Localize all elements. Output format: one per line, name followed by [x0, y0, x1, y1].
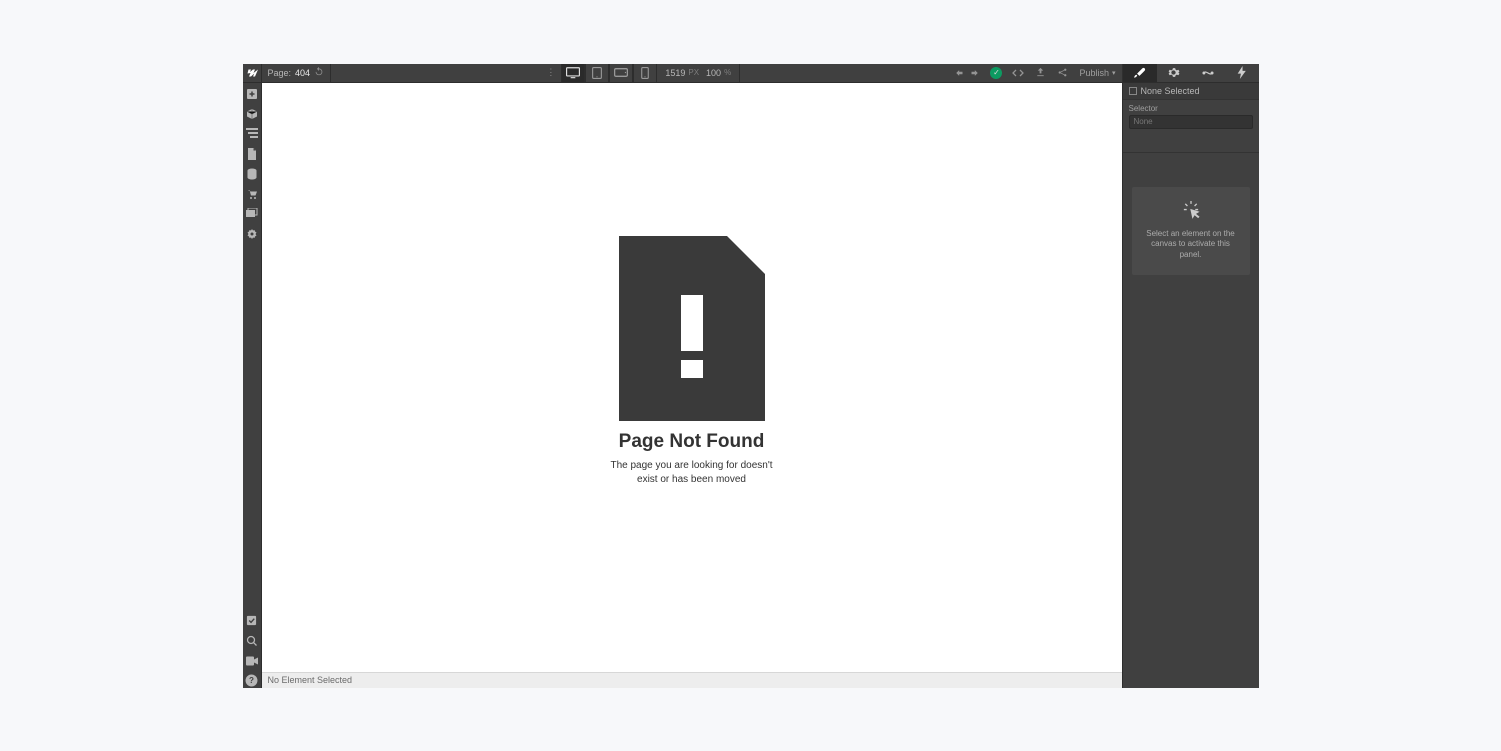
cube-icon [246, 108, 258, 120]
help-icon: ? [245, 674, 258, 687]
breadcrumb-bar: No Element Selected [262, 672, 1122, 688]
pnf-body: The page you are looking for doesn't exi… [602, 459, 782, 486]
page-icon [247, 148, 257, 160]
page-selector[interactable]: Page: 404 [262, 64, 332, 82]
revert-icon[interactable] [314, 66, 324, 79]
pages-button[interactable] [245, 147, 259, 161]
gear-icon [246, 228, 258, 240]
brush-icon [1133, 66, 1147, 80]
assets-icon [246, 208, 258, 219]
topbar-right-tools: ✓ Publish ▾ [949, 64, 1122, 82]
viewport-phone-landscape[interactable] [609, 64, 633, 82]
canvas-width-unit: PX [688, 68, 699, 77]
publish-label: Publish [1079, 68, 1109, 78]
settings-button[interactable] [245, 227, 259, 241]
ecommerce-button[interactable] [245, 187, 259, 201]
navigator-button[interactable] [245, 127, 259, 141]
database-icon [246, 168, 258, 180]
pointer-click-icon [1182, 201, 1200, 221]
tab-style[interactable] [1123, 64, 1157, 82]
empty-hint-card: Select an element on the canvas to activ… [1132, 187, 1250, 275]
more-options[interactable]: ⋮ [540, 67, 561, 78]
canvas-zoom-unit: % [724, 68, 731, 77]
redo-button[interactable] [963, 64, 985, 82]
app-window: Page: 404 ⋮ 1519 PX 100 [243, 64, 1259, 688]
canvas-width: 1519 [665, 68, 685, 78]
right-panel-tabs [1123, 64, 1259, 82]
cms-button[interactable] [245, 167, 259, 181]
share-button[interactable] [1051, 64, 1073, 82]
help-button[interactable]: ? [245, 674, 259, 688]
webflow-logo[interactable] [243, 64, 262, 83]
selection-indicator: None Selected [1123, 83, 1259, 100]
empty-hint-text: Select an element on the canvas to activ… [1140, 229, 1242, 261]
panel-empty-state: Select an element on the canvas to activ… [1123, 153, 1259, 688]
phone-icon [641, 67, 649, 79]
audit-button[interactable] [245, 614, 259, 628]
breadcrumb-text: No Element Selected [268, 675, 353, 685]
selector-placeholder: None [1134, 117, 1153, 126]
webflow-logo-icon [246, 67, 258, 79]
interactions-icon [1201, 67, 1215, 79]
export-button[interactable] [1029, 64, 1051, 82]
share-icon [1057, 67, 1068, 78]
search-button[interactable] [245, 634, 259, 648]
left-sidebar: ? [243, 83, 262, 688]
check-square-icon [246, 615, 257, 626]
canvas-zoom: 100 [706, 68, 721, 78]
video-button[interactable] [245, 654, 259, 668]
redo-icon [969, 68, 979, 78]
topbar: Page: 404 ⋮ 1519 PX 100 [243, 64, 1259, 83]
page-label: Page: [268, 68, 292, 78]
viewport-switcher [561, 64, 657, 82]
add-element-button[interactable] [245, 87, 259, 101]
svg-text:?: ? [249, 676, 254, 685]
selection-text: None Selected [1141, 86, 1200, 96]
publish-button[interactable]: Publish ▾ [1073, 64, 1122, 82]
viewport-tablet[interactable] [585, 64, 609, 82]
page-not-found-block: Page Not Found The page you are looking … [602, 236, 782, 486]
page-name: 404 [295, 68, 310, 78]
tablet-icon [592, 67, 602, 79]
gear-icon [1167, 66, 1180, 79]
canvas[interactable]: Page Not Found The page you are looking … [262, 83, 1122, 672]
tab-interactions[interactable] [1191, 64, 1225, 82]
symbols-button[interactable] [245, 107, 259, 121]
chevron-down-icon: ▾ [1112, 69, 1116, 77]
body-row: ? Page Not Found The page you are lookin… [243, 83, 1259, 688]
bolt-icon [1237, 66, 1247, 79]
viewport-phone[interactable] [633, 64, 657, 82]
phone-landscape-icon [614, 68, 628, 77]
navigator-icon [246, 128, 258, 139]
viewport-desktop[interactable] [561, 64, 585, 82]
code-icon [1012, 68, 1024, 78]
canvas-dimensions[interactable]: 1519 PX 100 % [657, 64, 740, 82]
search-icon [246, 635, 258, 647]
selector-label: Selector [1123, 100, 1259, 115]
video-icon [246, 656, 258, 666]
selection-box-icon [1129, 87, 1137, 95]
selector-input[interactable]: None [1129, 115, 1253, 129]
checkmark-icon: ✓ [990, 67, 1002, 79]
plus-icon [246, 88, 258, 100]
canvas-wrap: Page Not Found The page you are looking … [262, 83, 1122, 688]
pnf-heading: Page Not Found [619, 431, 765, 453]
status-ok[interactable]: ✓ [985, 64, 1007, 82]
file-error-icon [619, 236, 765, 421]
assets-button[interactable] [245, 207, 259, 221]
tab-settings[interactable] [1157, 64, 1191, 82]
style-panel: None Selected Selector None Select an el… [1122, 83, 1259, 688]
tab-effects[interactable] [1225, 64, 1259, 82]
desktop-icon [566, 67, 580, 79]
code-button[interactable] [1007, 64, 1029, 82]
cart-icon [246, 188, 258, 200]
export-icon [1035, 67, 1046, 78]
